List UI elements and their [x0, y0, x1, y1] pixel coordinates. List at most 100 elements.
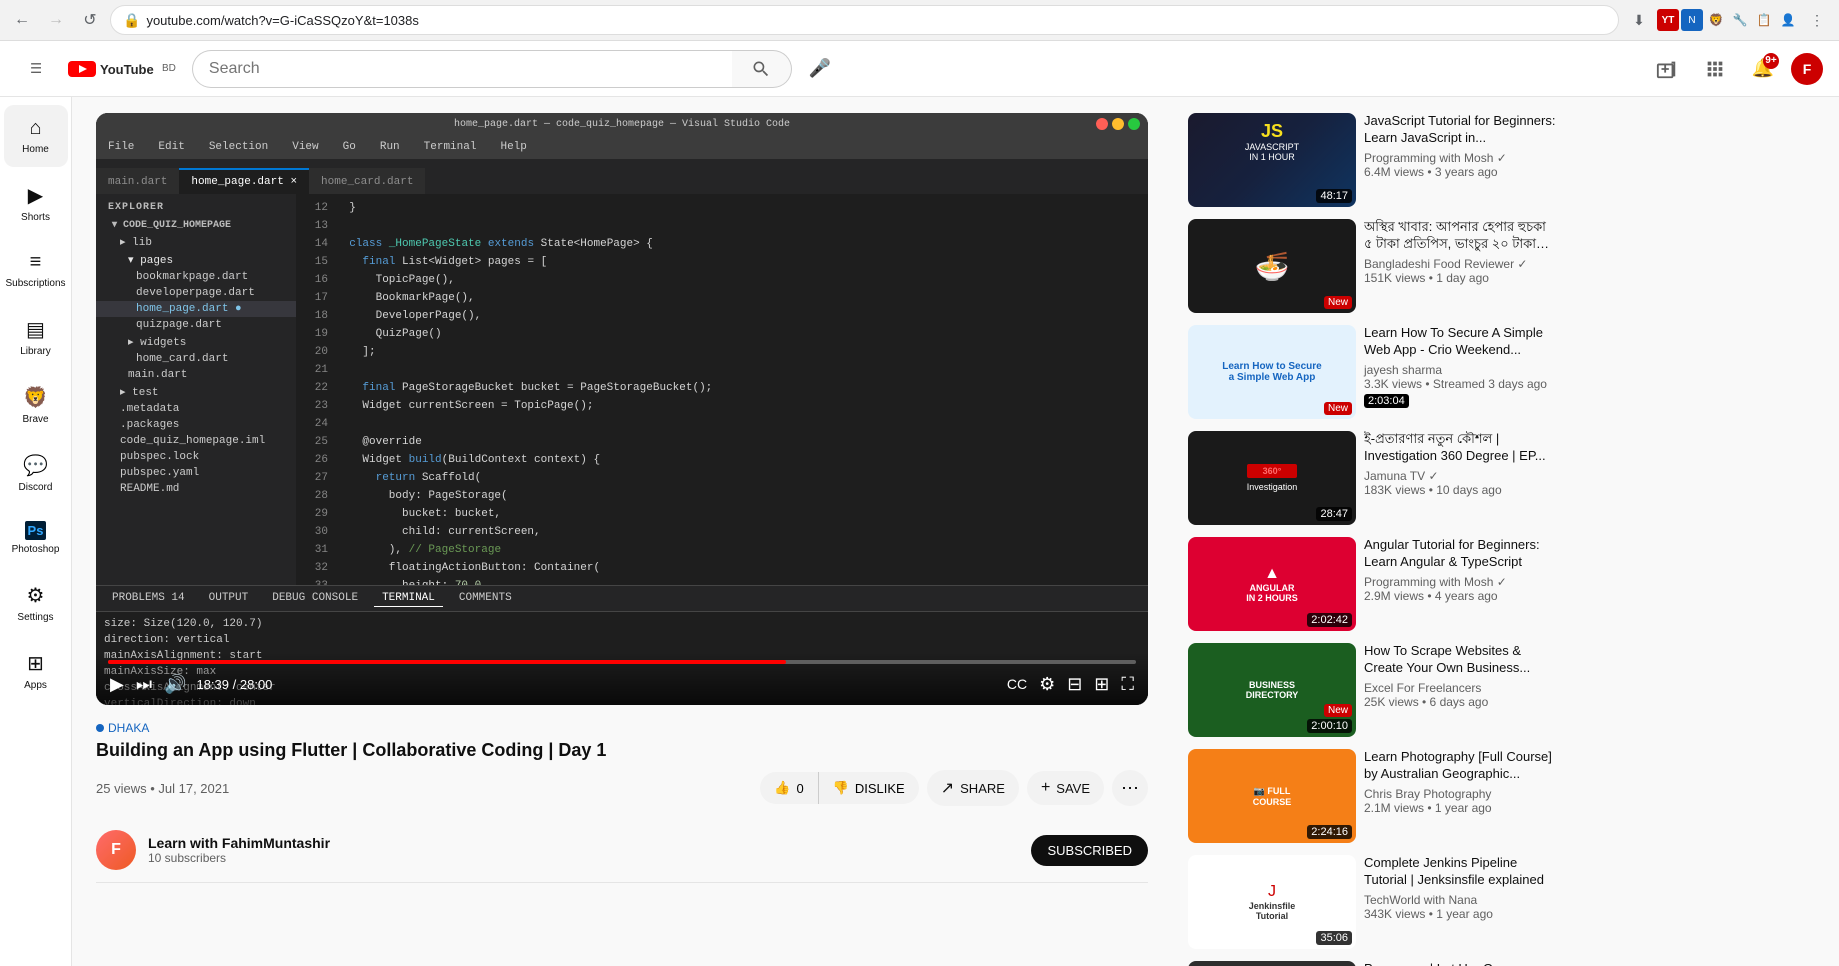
- sidebar-item-apps[interactable]: ⊞ Apps: [4, 639, 68, 703]
- vscode-menu-file[interactable]: File: [104, 139, 138, 155]
- sidebar-item-shorts[interactable]: ▶ Shorts: [4, 171, 68, 235]
- file-item-pages[interactable]: ▾ pages: [96, 251, 296, 269]
- file-item-pubspecyaml[interactable]: pubspec.yaml: [96, 465, 296, 481]
- channel-name[interactable]: Learn with FahimMuntashir: [148, 835, 330, 851]
- file-item-test[interactable]: ▸ test: [96, 383, 296, 401]
- vscode-editor[interactable]: 12 } 13 14 class _HomePageState extends …: [296, 194, 1148, 585]
- share-button[interactable]: ↗ SHARE: [927, 770, 1019, 806]
- user-avatar[interactable]: F: [1791, 53, 1823, 85]
- extensions-button[interactable]: ⋮: [1803, 6, 1831, 34]
- file-item-widgets[interactable]: ▸ widgets: [96, 333, 296, 351]
- rec-video-6[interactable]: BUSINESSDIRECTORY 2:00:10 New How To Scr…: [1188, 643, 1556, 737]
- menu-button[interactable]: ☰: [16, 49, 56, 89]
- more-options-button[interactable]: ⋯: [1112, 770, 1148, 806]
- file-item-metadata[interactable]: .metadata: [96, 401, 296, 417]
- ext-icon-4[interactable]: 🔧: [1729, 9, 1751, 31]
- vscode-tab-home-card[interactable]: home_card.dart: [309, 168, 425, 194]
- terminal-tab-problems[interactable]: PROBLEMS 14: [104, 590, 193, 606]
- sidebar-item-brave[interactable]: 🦁 Brave: [4, 373, 68, 437]
- vscode-menu-go[interactable]: Go: [339, 139, 360, 155]
- terminal-tab-comments[interactable]: COMMENTS: [451, 590, 520, 606]
- voice-search-button[interactable]: 🎤: [800, 49, 840, 89]
- fullscreen-button[interactable]: ⛶: [1119, 672, 1136, 697]
- sidebar-item-discord[interactable]: 💬 Discord: [4, 441, 68, 505]
- vscode-menu-help[interactable]: Help: [496, 139, 530, 155]
- reload-button[interactable]: ↺: [76, 6, 104, 34]
- sidebar-settings-label: Settings: [17, 612, 53, 623]
- video-player[interactable]: home_page.dart — code_quiz_homepage — Vi…: [96, 113, 1148, 705]
- sidebar-item-photoshop[interactable]: Ps Photoshop: [4, 509, 68, 567]
- sidebar-item-home[interactable]: ⌂ Home: [4, 105, 68, 167]
- theater-button[interactable]: ⊞: [1092, 672, 1111, 697]
- rec-title-4: ই-প্রতারণার নতুন কৌশল | Investigation 36…: [1364, 431, 1556, 465]
- rec-video-3[interactable]: Learn How to Securea Simple Web App New …: [1188, 325, 1556, 419]
- rec-video-7[interactable]: 📷 FULLCOURSE 2:24:16 Learn Photography […: [1188, 749, 1556, 843]
- miniplayer-button[interactable]: ⊟: [1065, 672, 1084, 697]
- youtube-logo[interactable]: YouTube BD: [68, 59, 176, 79]
- create-button[interactable]: [1647, 49, 1687, 89]
- like-button[interactable]: 👍 0: [760, 772, 818, 804]
- rec-video-1[interactable]: JS JAVASCRIPTIN 1 HOUR 48:17 JavaScript …: [1188, 113, 1556, 207]
- file-item-pubspec[interactable]: pubspec.lock: [96, 449, 296, 465]
- play-pause-button[interactable]: ▶: [108, 672, 126, 697]
- forward-button[interactable]: →: [42, 6, 70, 34]
- download-button[interactable]: ⬇: [1625, 6, 1653, 34]
- ext-icon-3[interactable]: 🦁: [1705, 9, 1727, 31]
- settings-button[interactable]: ⚙: [1037, 672, 1057, 697]
- channel-avatar[interactable]: F: [96, 830, 136, 870]
- terminal-tab-terminal[interactable]: TERMINAL: [374, 590, 443, 607]
- vscode-menu-edit[interactable]: Edit: [154, 139, 188, 155]
- rec-video-4[interactable]: 360° Investigation 28:47 ই-প্রতারণার নতু…: [1188, 431, 1556, 525]
- rec-video-8[interactable]: J JenkinsfileTutorial 35:06 Complete Jen…: [1188, 855, 1556, 949]
- sidebar-item-settings[interactable]: ⚙ Settings: [4, 571, 68, 635]
- vscode-menu-selection[interactable]: Selection: [205, 139, 272, 155]
- rec-video-2[interactable]: 🍜 New অস্থির খাবার: আপনার হেপার হুচকা ৫ …: [1188, 219, 1556, 313]
- ext-icon-1[interactable]: YT: [1657, 9, 1679, 31]
- code-line-32: 32 floatingActionButton: Container(: [296, 562, 1148, 580]
- back-button[interactable]: ←: [8, 6, 36, 34]
- vscode-tab-home-page[interactable]: home_page.dart ×: [179, 168, 309, 194]
- apps-button[interactable]: [1695, 49, 1735, 89]
- vscode-menu-run[interactable]: Run: [376, 139, 404, 155]
- vscode-maximize-btn[interactable]: [1128, 118, 1140, 130]
- volume-button[interactable]: 🔊: [162, 672, 188, 697]
- file-item-codequiz[interactable]: code_quiz_homepage.iml: [96, 433, 296, 449]
- vscode-tab-main-dart[interactable]: main.dart: [96, 168, 179, 194]
- file-item-packages[interactable]: .packages: [96, 417, 296, 433]
- file-item-root[interactable]: ▾ CODE_QUIZ_HOMEPAGE: [96, 217, 296, 233]
- file-item-homecard[interactable]: home_card.dart: [96, 351, 296, 367]
- ext-icon-5[interactable]: 📋: [1753, 9, 1775, 31]
- ext-icon-2[interactable]: N: [1681, 9, 1703, 31]
- home-icon: ⌂: [29, 117, 41, 140]
- vscode-menu-view[interactable]: View: [288, 139, 322, 155]
- vscode-close-btn[interactable]: [1096, 118, 1108, 130]
- notifications-button[interactable]: 🔔 9+: [1743, 49, 1783, 89]
- file-item-readme[interactable]: README.md: [96, 481, 296, 497]
- file-item-lib[interactable]: ▸ lib: [96, 233, 296, 251]
- progress-bar[interactable]: [108, 660, 1136, 664]
- rec-video-5[interactable]: ▲ ANGULARIN 2 HOURS 2:02:42 Angular Tuto…: [1188, 537, 1556, 631]
- file-item-bookmark[interactable]: bookmarkpage.dart: [96, 269, 296, 285]
- terminal-tab-output[interactable]: OUTPUT: [201, 590, 257, 606]
- vscode-body: EXPLORER ▾ CODE_QUIZ_HOMEPAGE ▸ lib ▾ pa…: [96, 194, 1148, 585]
- vscode-minimize-btn[interactable]: [1112, 118, 1124, 130]
- file-item-main[interactable]: main.dart: [96, 367, 296, 383]
- vscode-menu-terminal[interactable]: Terminal: [420, 139, 481, 155]
- address-bar[interactable]: 🔒 youtube.com/watch?v=G-iCaSSQzoY&t=1038…: [110, 5, 1619, 35]
- sidebar-item-subscriptions[interactable]: ≡ Subscriptions: [4, 239, 68, 301]
- search-button[interactable]: [732, 50, 792, 88]
- terminal-tab-debug[interactable]: DEBUG CONSOLE: [264, 590, 366, 606]
- sidebar-item-library[interactable]: ▤ Library: [4, 305, 68, 369]
- file-item-quiz[interactable]: quizpage.dart: [96, 317, 296, 333]
- file-item-developer[interactable]: developerpage.dart: [96, 285, 296, 301]
- file-item-homepage[interactable]: home_page.dart ●: [96, 301, 296, 317]
- rec-duration-3: 2:03:04: [1364, 394, 1409, 408]
- subscribe-button[interactable]: SUBSCRIBED: [1031, 835, 1148, 866]
- dislike-button[interactable]: 👎 DISLIKE: [819, 772, 919, 804]
- subtitles-button[interactable]: CC: [1005, 674, 1029, 694]
- rec-video-9[interactable]: 🎵 Passenger | Let Her Go (Official... Pa…: [1188, 961, 1556, 966]
- save-button[interactable]: + SAVE: [1027, 771, 1104, 805]
- search-input[interactable]: [192, 50, 732, 88]
- skip-button[interactable]: ⏭: [134, 672, 154, 697]
- ext-icon-6[interactable]: 👤: [1777, 9, 1799, 31]
